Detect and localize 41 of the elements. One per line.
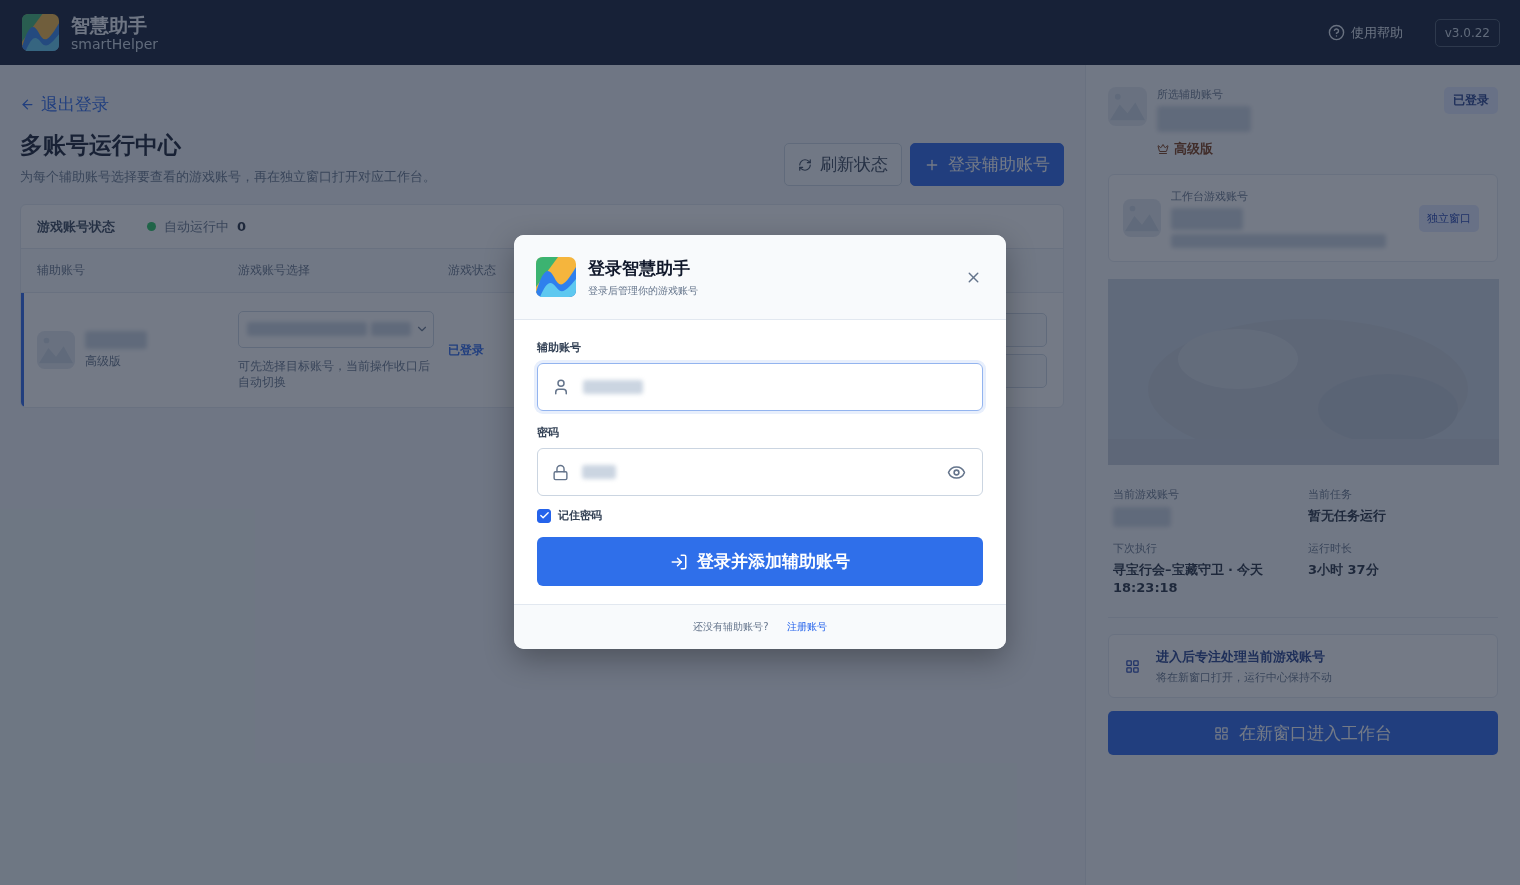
help-icon [1327,24,1345,41]
field-label: 辅助账号 [537,340,582,355]
refresh-button[interactable]: 刷新状态 [784,143,902,186]
game-account-select[interactable] [238,310,434,348]
lock-icon [552,463,569,481]
status-count: 0 [237,219,247,234]
table-title: 游戏账号状态 [37,217,115,236]
focus-title: 进入后专注处理当前游戏账号 [1156,647,1326,666]
page-title: 多账号运行中心 [20,131,182,160]
status-dot [147,222,156,231]
crown-icon [1157,143,1169,155]
game-status: 已登录 [448,341,484,359]
register-link[interactable]: 注册账号 [786,620,827,634]
remember-checkbox[interactable]: 记住密码 [537,508,983,523]
window-button[interactable]: 独立窗口 [1419,204,1479,232]
add-account-button[interactable]: 登录辅助账号 [910,143,1064,186]
app-name: 智慧助手 [71,13,148,36]
password-field[interactable] [537,448,983,496]
grid-icon [1214,725,1229,741]
dialog-title: 登录智慧助手 [588,256,691,280]
user-icon [552,378,570,396]
app-logo-icon [22,14,59,51]
edition-label: 高级版 [1174,140,1213,158]
enter-workbench-button[interactable]: 在新窗口进入工作台 [1108,711,1498,755]
status-badge: 已登录 [1444,87,1498,114]
login-icon [670,552,688,571]
app-logo-icon [536,257,576,297]
refresh-icon [798,157,812,172]
footer-text: 还没有辅助账号? [693,620,769,634]
back-link[interactable]: 退出登录 [20,93,1064,116]
stat-value: 暂无任务运行 [1308,507,1387,525]
app-subtitle: smartHelper [71,35,159,52]
grid-icon [1125,658,1140,674]
login-submit-button[interactable]: 登录并添加辅助账号 [537,537,983,586]
check-icon [538,510,550,521]
account-field[interactable] [537,363,983,411]
stat-value: 寻宝行会–宝藏守卫 · 今天 18:23:18 [1113,561,1265,597]
help-link[interactable]: 使用帮助 [1327,23,1403,42]
version-label: v3.0.22 [1434,18,1500,47]
stat-value: 3小时 37分 [1308,561,1380,579]
field-label: 密码 [537,425,560,440]
